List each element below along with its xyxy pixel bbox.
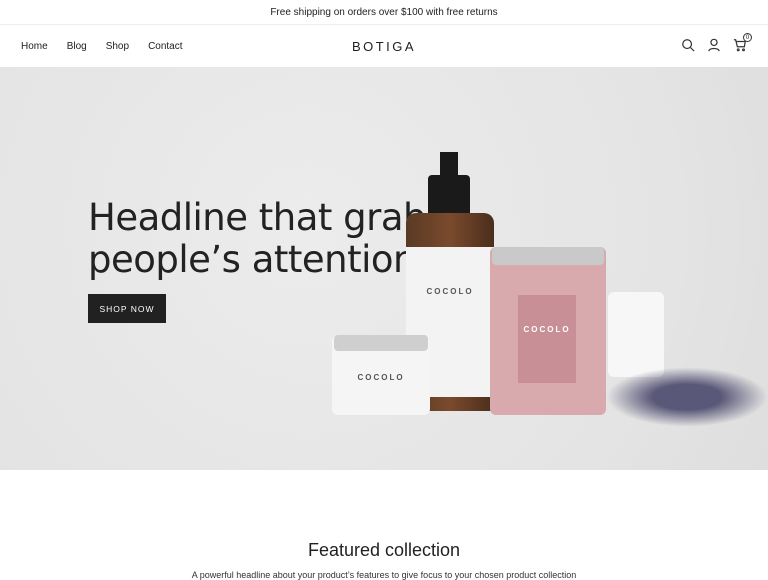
- announcement-bar: Free shipping on orders over $100 with f…: [0, 0, 768, 25]
- headline-line-1: Headline that grabs: [88, 196, 445, 239]
- nav-shop[interactable]: Shop: [106, 41, 129, 52]
- headline-line-2: people’s attention: [88, 238, 416, 281]
- hero-headline: Headline that grabs people’s attention: [88, 197, 445, 281]
- featured-collection-title: Featured collection: [307, 540, 461, 560]
- hero-section: Headline that grabs people’s attention S…: [0, 67, 768, 470]
- shop-now-button[interactable]: SHOP NOW: [88, 294, 166, 323]
- cart-count-badge: 0: [743, 33, 752, 42]
- main-nav: Home Blog Shop Contact: [21, 41, 183, 52]
- featured-collection-subtitle: A powerful headline about your product’s…: [191, 570, 577, 580]
- site-header: Home Blog Shop Contact BOTIGA 0: [0, 25, 768, 67]
- announcement-text: Free shipping on orders over $100 with f…: [270, 6, 498, 18]
- nav-home[interactable]: Home: [21, 41, 48, 52]
- cart-button[interactable]: 0: [733, 33, 752, 57]
- bottle-label: COCOLO: [426, 287, 474, 296]
- site-logo[interactable]: BOTIGA: [352, 39, 416, 54]
- nav-blog[interactable]: Blog: [67, 41, 87, 52]
- search-icon[interactable]: [681, 38, 695, 52]
- nav-contact[interactable]: Contact: [148, 41, 182, 52]
- user-icon[interactable]: [707, 38, 721, 52]
